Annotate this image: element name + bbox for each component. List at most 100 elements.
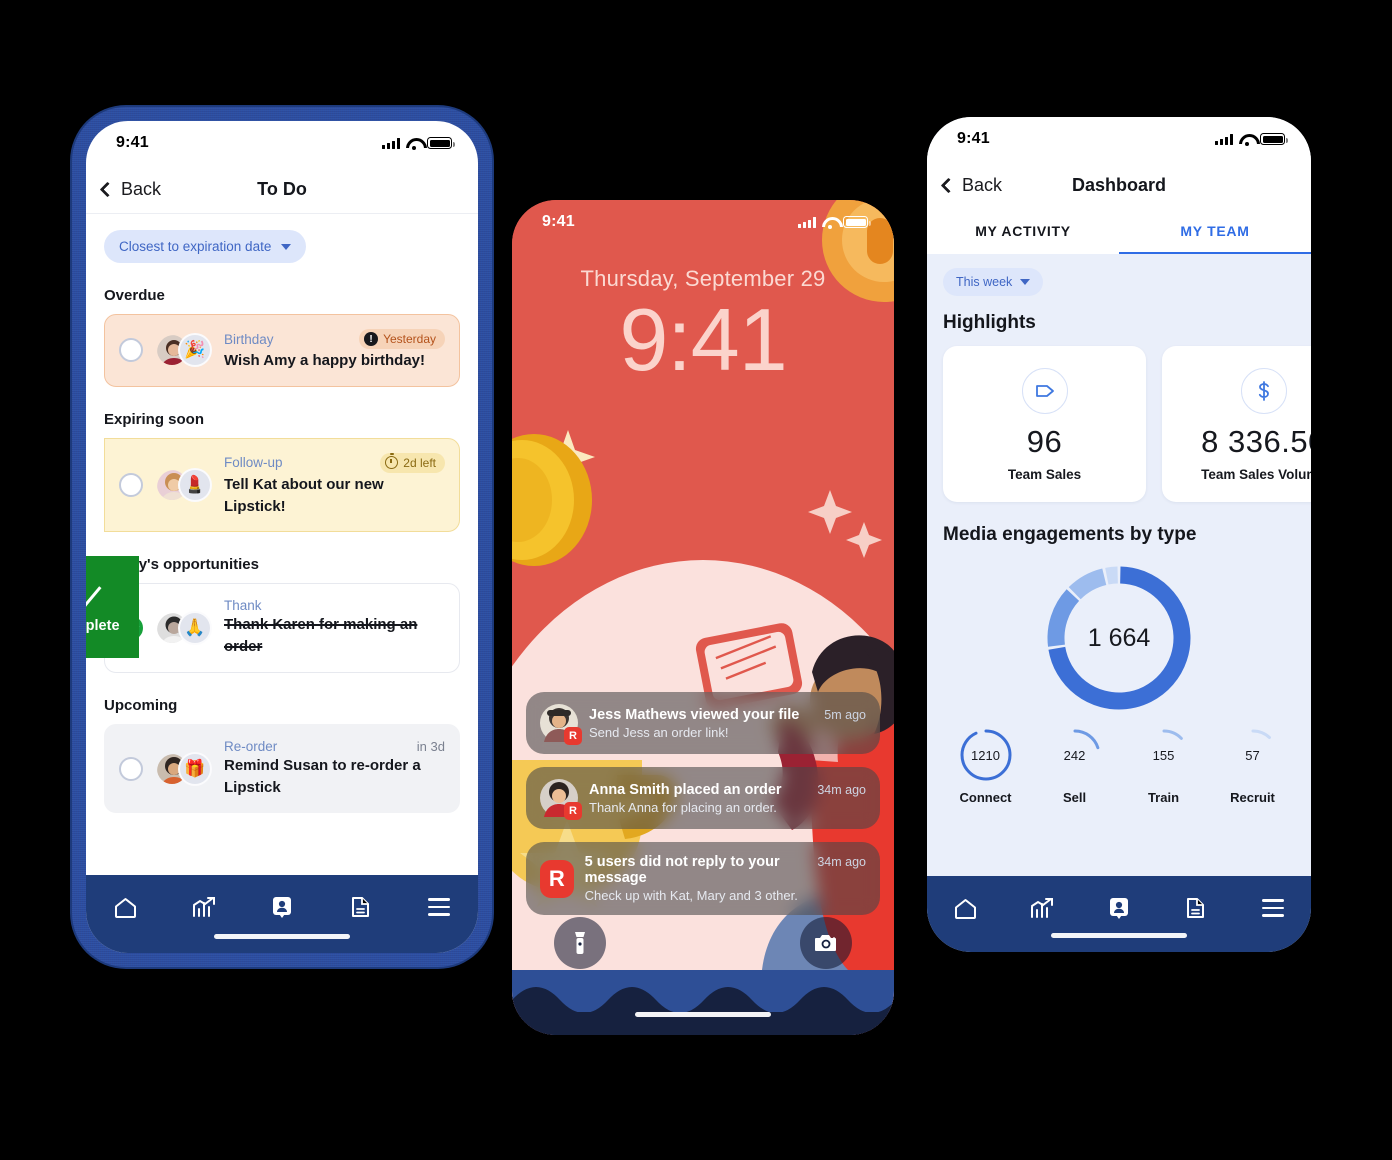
swipe-complete-label: Complete bbox=[86, 618, 120, 634]
task-text: Remind Susan to re-order a Lipstick bbox=[224, 756, 421, 796]
tab-menu[interactable] bbox=[1253, 892, 1293, 924]
task-text: Thank Karen for making an order bbox=[224, 616, 418, 655]
status-bar: 9:41 bbox=[927, 117, 1311, 161]
status-bar: 9:41 bbox=[512, 200, 894, 244]
status-time: 9:41 bbox=[116, 134, 149, 151]
metric-value: 57 bbox=[1245, 747, 1260, 763]
metric-sell[interactable]: 242 Sell bbox=[1048, 728, 1102, 805]
bottom-tab-bar bbox=[86, 875, 478, 953]
notification-item[interactable]: R Jess Mathews viewed your file 5m ago S… bbox=[526, 692, 880, 754]
wifi-icon bbox=[1239, 134, 1254, 146]
task-header: Birthday ! Yesterday bbox=[224, 329, 445, 349]
flashlight-icon bbox=[575, 932, 585, 954]
tab-documents[interactable] bbox=[1176, 892, 1216, 924]
home-icon bbox=[954, 898, 976, 919]
task-category: Birthday bbox=[224, 331, 274, 347]
task-category: Follow-up bbox=[224, 455, 283, 471]
period-filter-chip[interactable]: This week bbox=[943, 268, 1044, 296]
todo-list: Closest to expiration date Overdue 🎉 Bir… bbox=[86, 214, 478, 868]
section-title-overdue: Overdue bbox=[104, 287, 165, 304]
task-emoji-badge: 💄 bbox=[178, 468, 212, 502]
menu-hamburger-icon bbox=[427, 898, 450, 916]
tab-home[interactable] bbox=[105, 891, 145, 923]
notification-header: Jess Mathews viewed your file 5m ago bbox=[589, 707, 866, 723]
task-category: Re-order bbox=[224, 738, 278, 754]
tab-home[interactable] bbox=[945, 892, 985, 924]
back-label: Back bbox=[962, 174, 1003, 195]
phone-dashboard: 9:41 Back Dashboard MY ACTIVITY MY TEAM bbox=[927, 117, 1311, 952]
app-icon: R bbox=[540, 859, 574, 898]
status-icons bbox=[382, 137, 455, 150]
metric-connect[interactable]: 1210 Connect bbox=[959, 728, 1013, 805]
task-content: Thank Thank Karen for making an order bbox=[224, 598, 445, 658]
nav-bar: Back To Do bbox=[86, 165, 478, 213]
sort-filter-chip[interactable]: Closest to expiration date bbox=[104, 230, 307, 263]
home-indicator bbox=[635, 1012, 771, 1017]
metric-train[interactable]: 155 Train bbox=[1137, 728, 1191, 805]
notification-content: Anna Smith placed an order 34m ago Thank… bbox=[589, 782, 866, 815]
avatar-group: 🙏 bbox=[155, 611, 212, 645]
notification-subtitle: Check up with Kat, Mary and 3 other. bbox=[584, 888, 798, 903]
battery-icon bbox=[1260, 133, 1288, 145]
tab-menu[interactable] bbox=[419, 891, 459, 923]
camera-button[interactable] bbox=[800, 917, 852, 969]
task-row[interactable]: 🙏 Thank Thank Karen for making an order bbox=[104, 583, 460, 673]
battery-icon bbox=[843, 216, 871, 228]
task-emoji-badge: 🙏 bbox=[178, 611, 212, 645]
tab-contacts[interactable] bbox=[1099, 892, 1139, 924]
notification-header: 5 users did not reply to your message 34… bbox=[585, 854, 866, 886]
task-checkbox[interactable] bbox=[119, 473, 143, 497]
status-bar: 9:41 bbox=[86, 121, 478, 165]
flashlight-button[interactable] bbox=[554, 917, 606, 969]
task-due-time: in 3d bbox=[416, 738, 445, 754]
home-indicator bbox=[1051, 933, 1187, 938]
dashboard-tabs: MY ACTIVITY MY TEAM bbox=[927, 209, 1311, 254]
status-time: 9:41 bbox=[542, 213, 575, 230]
check-icon bbox=[86, 577, 101, 609]
chevron-down-icon bbox=[1020, 279, 1031, 285]
tab-documents[interactable] bbox=[340, 891, 380, 923]
task-row[interactable]: 💄 Follow-up 2d left Tell Kat about our n… bbox=[104, 437, 460, 533]
back-button[interactable]: Back bbox=[940, 174, 1003, 196]
app-badge-icon: R bbox=[564, 802, 582, 820]
tab-analytics[interactable] bbox=[184, 891, 224, 923]
tab-analytics[interactable] bbox=[1022, 892, 1062, 924]
cellular-signal-icon bbox=[798, 216, 816, 228]
lockscreen-clock-block: Thursday, September 29 9:41 bbox=[512, 266, 894, 386]
status-badge-label: 2d left bbox=[403, 455, 436, 470]
task-content: Follow-up 2d left Tell Kat about our new… bbox=[224, 452, 445, 518]
tab-my-team[interactable]: MY TEAM bbox=[1119, 209, 1311, 254]
avatar: R bbox=[540, 779, 582, 820]
status-icons bbox=[798, 216, 871, 229]
task-row[interactable]: 🎉 Birthday ! Yesterday Wish Amy a happy … bbox=[104, 314, 460, 387]
metric-ring: 1210 bbox=[959, 728, 1013, 782]
swipe-complete-action[interactable]: Complete bbox=[86, 556, 139, 658]
notification-item[interactable]: R 5 users did not reply to your message … bbox=[526, 842, 880, 915]
notification-time: 34m ago bbox=[817, 782, 866, 797]
avatar-group: 🎁 bbox=[155, 751, 212, 786]
lockscreen-time: 9:41 bbox=[619, 290, 787, 389]
back-button[interactable]: Back bbox=[99, 179, 161, 200]
task-checkbox[interactable] bbox=[119, 338, 143, 363]
status-icons bbox=[1215, 133, 1288, 146]
todo-screen: 9:41 Back To Do Closest to expiration da… bbox=[86, 121, 478, 953]
chevron-down-icon bbox=[281, 243, 292, 250]
metric-value: 1210 bbox=[971, 747, 1000, 763]
task-row[interactable]: 🎁 Re-order in 3d Remind Susan to re-orde… bbox=[104, 723, 460, 814]
bottom-tab-bar bbox=[927, 876, 1311, 952]
notification-item[interactable]: R Anna Smith placed an order 34m ago Tha… bbox=[526, 767, 880, 829]
tab-contacts[interactable] bbox=[262, 891, 302, 923]
highlight-card[interactable]: 96 Team Sales bbox=[943, 346, 1146, 502]
notification-subtitle: Send Jess an order link! bbox=[589, 724, 729, 740]
cellular-signal-icon bbox=[382, 137, 400, 149]
media-engagements-title: Media engagements by type bbox=[943, 524, 1197, 545]
lock-screen: 9:41 Thursday, September 29 9:41 R Jess … bbox=[512, 200, 894, 1035]
status-badge: 2d left bbox=[380, 452, 445, 473]
metric-recruit[interactable]: 57 Recruit bbox=[1226, 728, 1280, 805]
highlight-card[interactable]: 8 336.50 Team Sales Volume bbox=[1162, 346, 1311, 502]
contact-person-icon bbox=[272, 896, 291, 918]
tab-my-activity[interactable]: MY ACTIVITY bbox=[927, 209, 1119, 254]
donut-segment-train bbox=[1068, 568, 1107, 600]
task-checkbox[interactable] bbox=[119, 756, 143, 781]
donut-chart-svg: 1 664 bbox=[1047, 566, 1191, 710]
